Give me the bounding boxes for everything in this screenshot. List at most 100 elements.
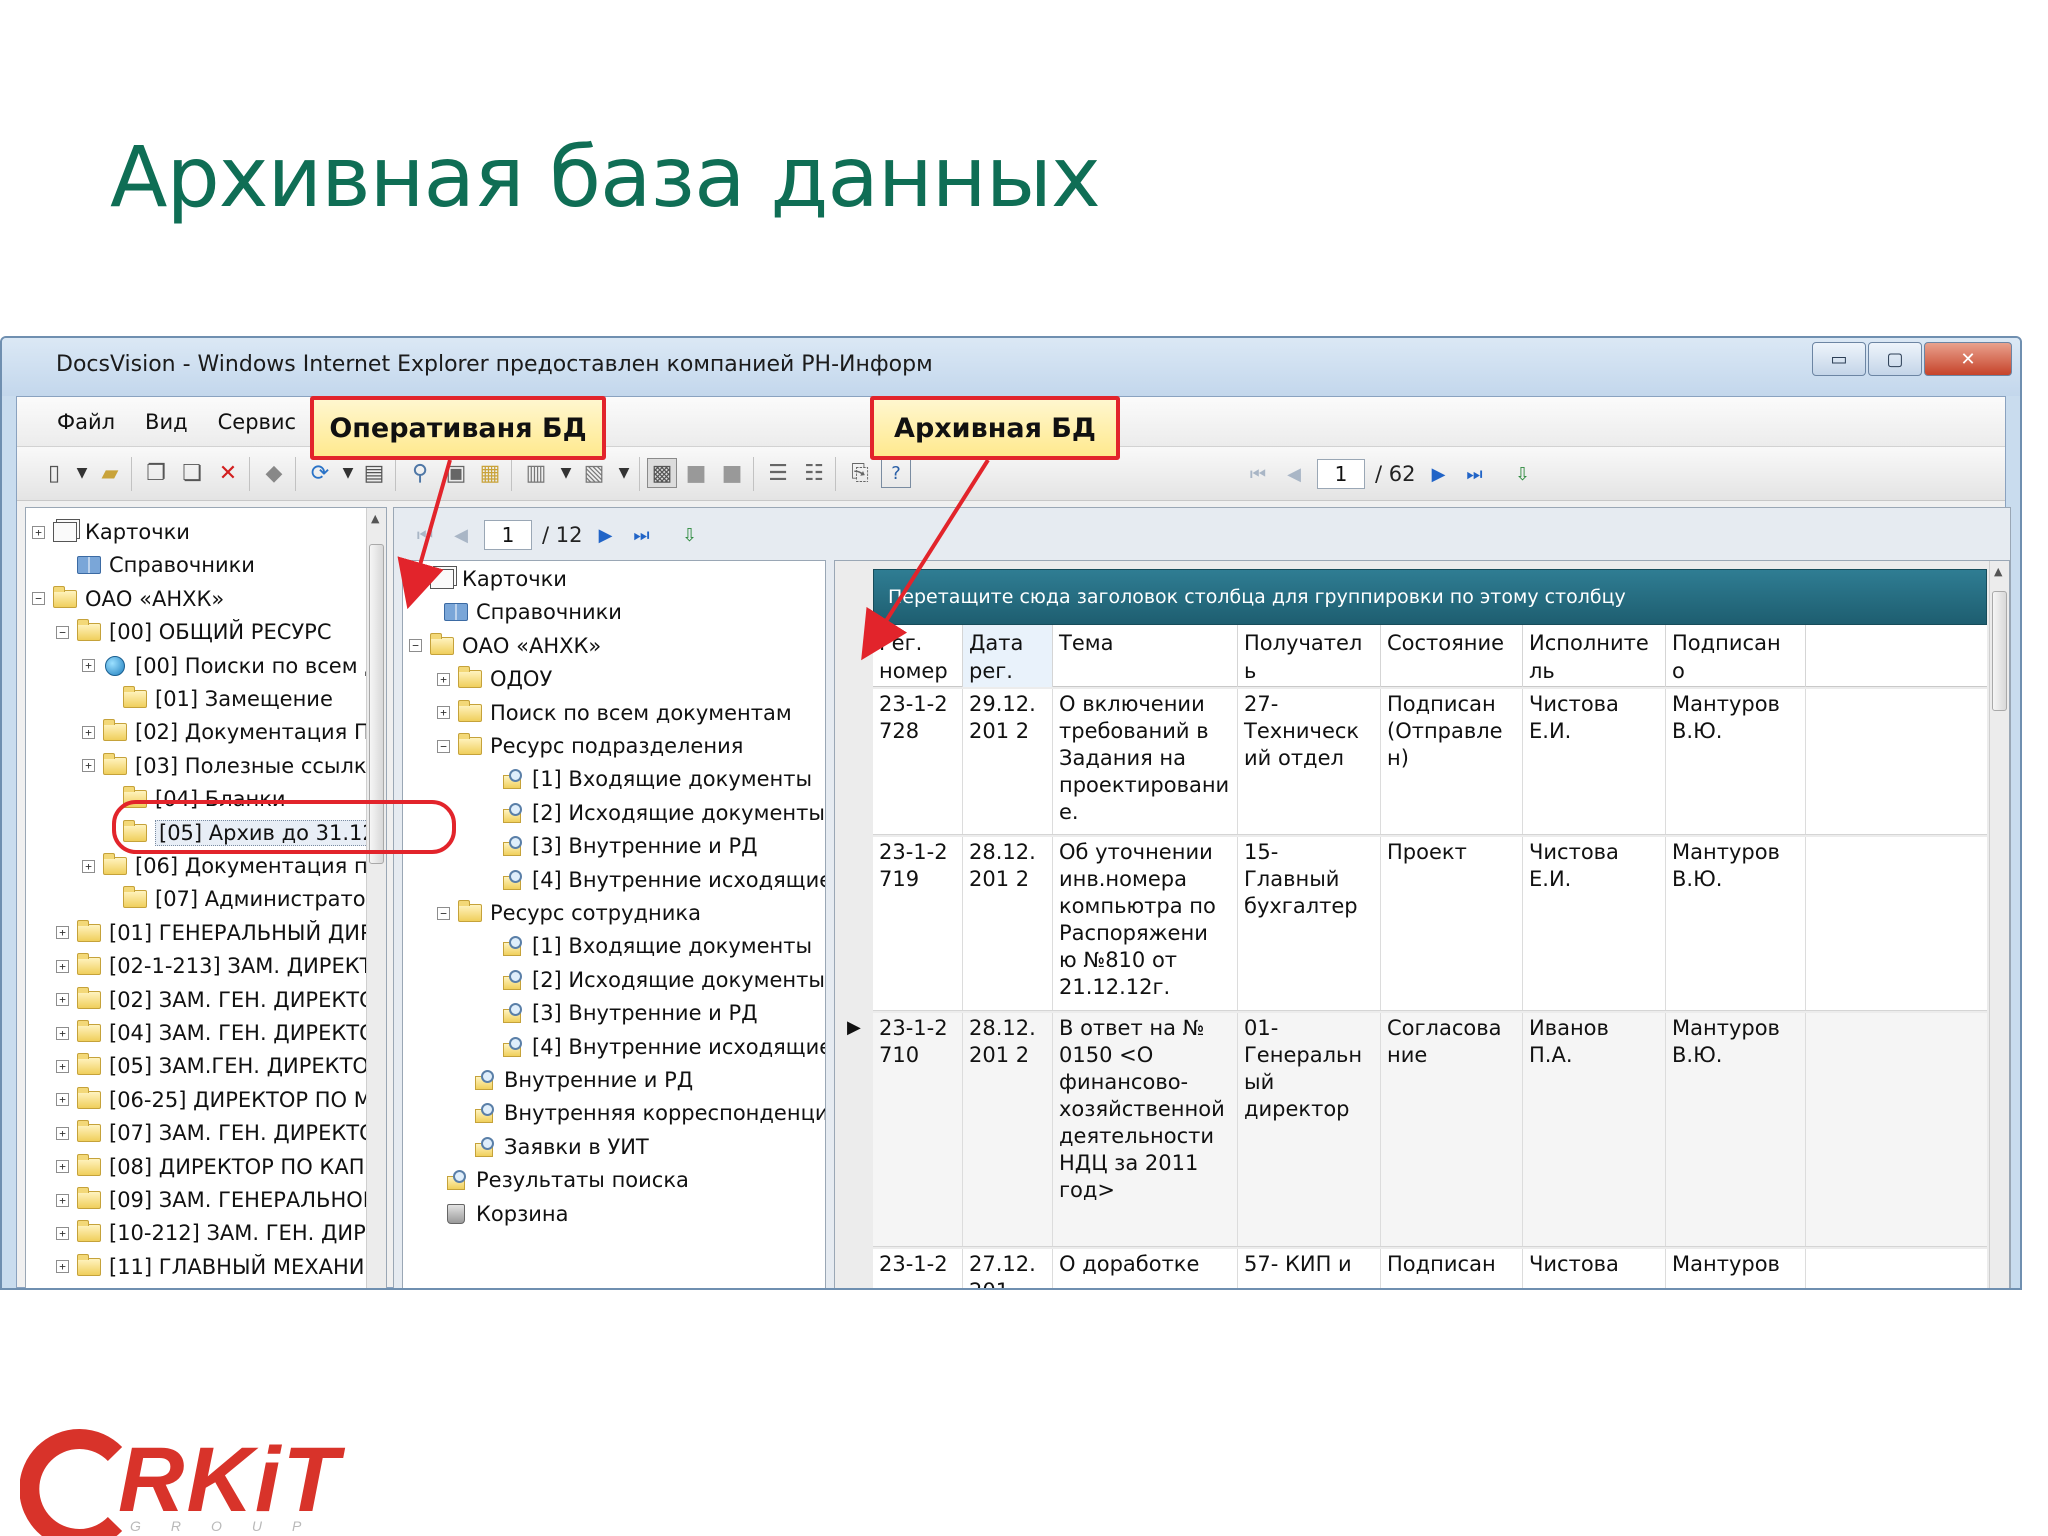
- details-view-icon[interactable]: ☷: [799, 458, 829, 488]
- expand-icon[interactable]: +: [82, 659, 95, 673]
- tree-item[interactable]: + Карточки: [32, 516, 190, 548]
- tree-item[interactable]: + [07] ЗАМ. ГЕН. ДИРЕКТОРА ПО УП: [56, 1117, 386, 1149]
- tree-item[interactable]: + ОДОУ: [437, 663, 552, 695]
- last-page-icon[interactable]: ⏭: [628, 522, 654, 548]
- column-header[interactable]: Рег. номер: [873, 625, 963, 687]
- tree-item[interactable]: + [05] ЗАМ.ГЕН. ДИРЕКТОРА - УПР-: [56, 1050, 386, 1082]
- menu-view[interactable]: Вид: [145, 410, 188, 434]
- tree-item[interactable]: + [09] ЗАМ. ГЕНЕРАЛЬНОГО ДИРЕК: [56, 1184, 386, 1216]
- expand-icon[interactable]: +: [56, 926, 69, 940]
- expand-icon[interactable]: +: [56, 1126, 69, 1140]
- tree-item[interactable]: + [02] Документация Пользоват: [82, 716, 386, 748]
- collapse-icon[interactable]: −: [437, 739, 450, 753]
- column-header[interactable]: Получател ь: [1238, 625, 1381, 687]
- tree-item[interactable]: + [11] ГЛАВНЫЙ МЕХАНИК: [56, 1251, 379, 1283]
- eraser-icon[interactable]: ◆: [259, 458, 289, 488]
- tree-item[interactable]: [4] Внутренние исходящие: [479, 864, 825, 896]
- tree-item[interactable]: + [06-25] ДИРЕКТОР ПО МТС И ТРА: [56, 1084, 386, 1116]
- collapse-icon[interactable]: −: [56, 625, 69, 639]
- expand-icon[interactable]: +: [32, 525, 45, 539]
- tree-item[interactable]: Внутренние и РД: [451, 1064, 693, 1096]
- properties-icon[interactable]: ▤: [359, 458, 389, 488]
- copy-icon[interactable]: ❐: [141, 458, 171, 488]
- column-header[interactable]: Дата рег.: [963, 625, 1053, 687]
- tree-item[interactable]: [3] Внутренние и РД: [479, 997, 758, 1029]
- tree-item[interactable]: + [10-212] ЗАМ. ГЕН. ДИРЕКТОРА-Н: [56, 1217, 386, 1249]
- grid-scroll-thumb[interactable]: [1992, 591, 2007, 711]
- search-folder-icon[interactable]: ▦: [475, 458, 505, 488]
- tree-item[interactable]: Внутренняя корреспонденция: [451, 1097, 825, 1129]
- expand-icon[interactable]: +: [56, 1059, 69, 1073]
- tree-item[interactable]: + [04] ЗАМ. ГЕН. ДИРЕКТОРА ПО ЭК: [56, 1017, 386, 1049]
- left-tree-scrollbar[interactable]: ▲: [366, 508, 386, 1288]
- tree-item[interactable]: Заявки в УИТ: [451, 1131, 649, 1163]
- expand-icon[interactable]: +: [56, 1160, 69, 1174]
- expand-icon[interactable]: +: [82, 725, 95, 739]
- tree-item[interactable]: + [02] ЗАМ. ГЕН. ДИРЕКТОРА- ДИРЕ: [56, 984, 386, 1016]
- view-mode-icon[interactable]: ■: [717, 458, 747, 488]
- expand-icon[interactable]: +: [56, 1093, 69, 1107]
- dropdown-arrow-icon[interactable]: ▼: [67, 458, 97, 488]
- tree-item[interactable]: [4] Внутренние исходящие: [479, 1031, 825, 1063]
- tree-item[interactable]: + [08] ДИРЕКТОР ПО КАПИТАЛЬНО: [56, 1151, 386, 1183]
- export-page-icon[interactable]: ⇩: [676, 522, 702, 548]
- tree-item[interactable]: [07] Администратору: [102, 883, 386, 915]
- prev-page-icon[interactable]: ◀: [1281, 461, 1307, 487]
- expand-icon[interactable]: +: [56, 1226, 69, 1240]
- search-icon[interactable]: ⚲: [405, 458, 435, 488]
- attach-icon[interactable]: ⎘: [845, 458, 875, 488]
- expand-icon[interactable]: +: [56, 959, 69, 973]
- tree-item[interactable]: − Ресурс подразделения: [437, 730, 743, 762]
- first-page-icon[interactable]: ⏮: [412, 522, 438, 548]
- tree-item[interactable]: Результаты поиска: [423, 1164, 689, 1196]
- expand-icon[interactable]: +: [82, 859, 95, 873]
- tree-item[interactable]: + Карточки: [409, 563, 567, 595]
- tree-item[interactable]: [01] Замещение: [102, 683, 333, 715]
- find-icon[interactable]: ▣: [441, 458, 471, 488]
- tree-item[interactable]: [1] Входящие документы: [479, 930, 812, 962]
- export-icon[interactable]: ▧: [579, 458, 609, 488]
- help-icon[interactable]: ?: [881, 458, 911, 488]
- grid-scrollbar[interactable]: ▲: [1989, 561, 2009, 1288]
- dropdown-arrow-icon[interactable]: ▼: [551, 458, 581, 488]
- collapse-icon[interactable]: −: [32, 592, 45, 606]
- page-input[interactable]: 1: [1317, 459, 1365, 489]
- paste-icon[interactable]: ❏: [177, 458, 207, 488]
- new-card-icon[interactable]: ▯: [39, 458, 69, 488]
- expand-icon[interactable]: +: [437, 672, 450, 686]
- delete-icon[interactable]: ✕: [213, 458, 243, 488]
- column-header[interactable]: Тема: [1053, 625, 1238, 687]
- tree-item[interactable]: + [02-1-213] ЗАМ. ДИРЕКТОРА ТЕХН: [56, 950, 386, 982]
- expand-icon[interactable]: +: [56, 993, 69, 1007]
- tree-item[interactable]: − ОАО «АНХК»: [409, 630, 601, 662]
- tree-item[interactable]: − [00] ОБЩИЙ РЕСУРС: [56, 616, 332, 648]
- last-page-icon[interactable]: ⏭: [1461, 461, 1487, 487]
- tree-item[interactable]: + [06] Документация по подсист: [82, 850, 386, 882]
- expand-icon[interactable]: +: [82, 759, 95, 773]
- menu-file[interactable]: Файл: [57, 410, 115, 434]
- table-row[interactable]: 23-1-2 710 28.12.201 2В ответ на № 0150 <…: [873, 1013, 1987, 1247]
- view-mode-icon[interactable]: ■: [681, 458, 711, 488]
- tree-item[interactable]: − ОАО «АНХК»: [32, 583, 224, 615]
- print-icon[interactable]: ▥: [521, 458, 551, 488]
- prev-page-icon[interactable]: ◀: [448, 522, 474, 548]
- tree-item[interactable]: − Ресурс сотрудника: [437, 897, 701, 929]
- table-row[interactable]: 23-1-2 728 29.12.201 2О включении требова…: [873, 689, 1987, 835]
- expand-icon[interactable]: +: [437, 706, 450, 720]
- column-header[interactable]: Подписан о: [1666, 625, 1806, 687]
- minimize-button[interactable]: ▭: [1812, 342, 1866, 376]
- tree-item[interactable]: + [01] ГЕНЕРАЛЬНЫЙ ДИРЕКТОР: [56, 917, 386, 949]
- close-button[interactable]: ✕: [1924, 342, 2012, 376]
- collapse-icon[interactable]: −: [409, 639, 422, 653]
- column-header[interactable]: Состояние: [1381, 625, 1523, 687]
- archive-page-input[interactable]: 1: [484, 520, 532, 550]
- collapse-icon[interactable]: −: [437, 906, 450, 920]
- archive-view-icon[interactable]: ▩: [647, 458, 677, 488]
- expand-icon[interactable]: +: [56, 1260, 69, 1274]
- expand-icon[interactable]: +: [56, 1026, 69, 1040]
- next-page-icon[interactable]: ▶: [1425, 461, 1451, 487]
- tree-item[interactable]: Справочники: [56, 549, 255, 581]
- new-folder-icon[interactable]: ▰: [95, 458, 125, 488]
- tree-item[interactable]: [3] Внутренние и РД: [479, 830, 758, 862]
- column-header[interactable]: Исполните ль: [1523, 625, 1666, 687]
